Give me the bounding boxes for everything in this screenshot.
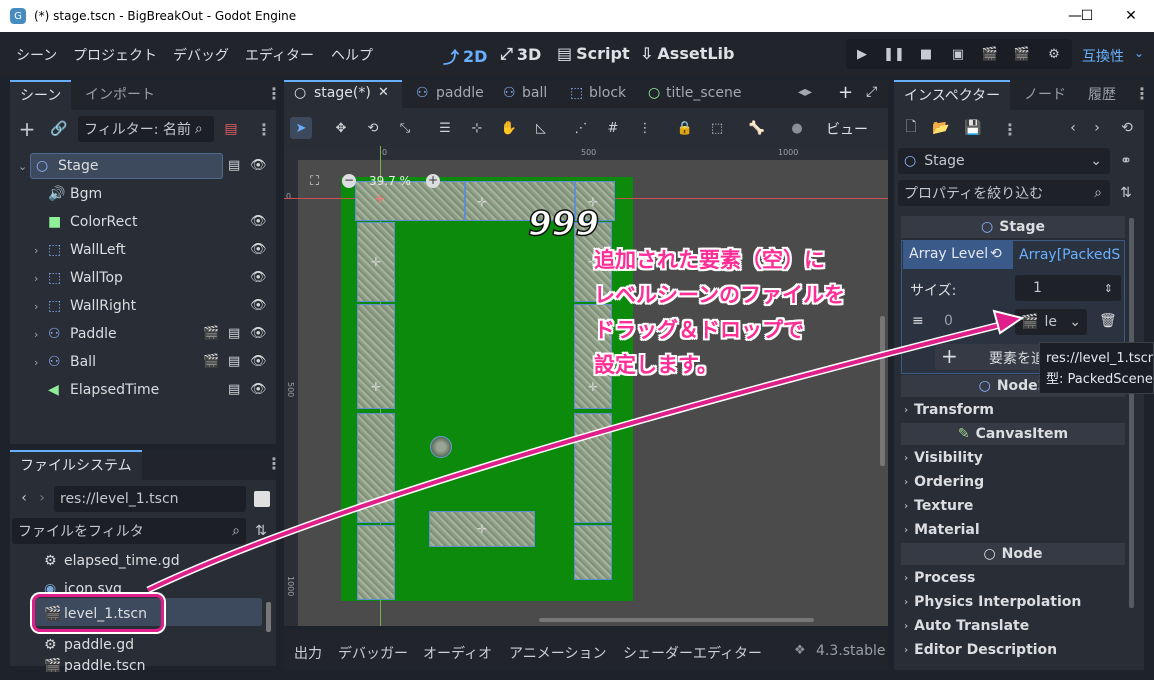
annotation-line-4: 設定します。: [594, 353, 718, 377]
annotation-line-1: 追加された要素（空）に: [594, 248, 825, 272]
annotation-arrow: [146, 309, 1025, 594]
annotation-line-2: レベルシーンのファイルを: [594, 283, 845, 307]
annotation-line-3: ドラッグ＆ドロップで: [594, 318, 804, 342]
